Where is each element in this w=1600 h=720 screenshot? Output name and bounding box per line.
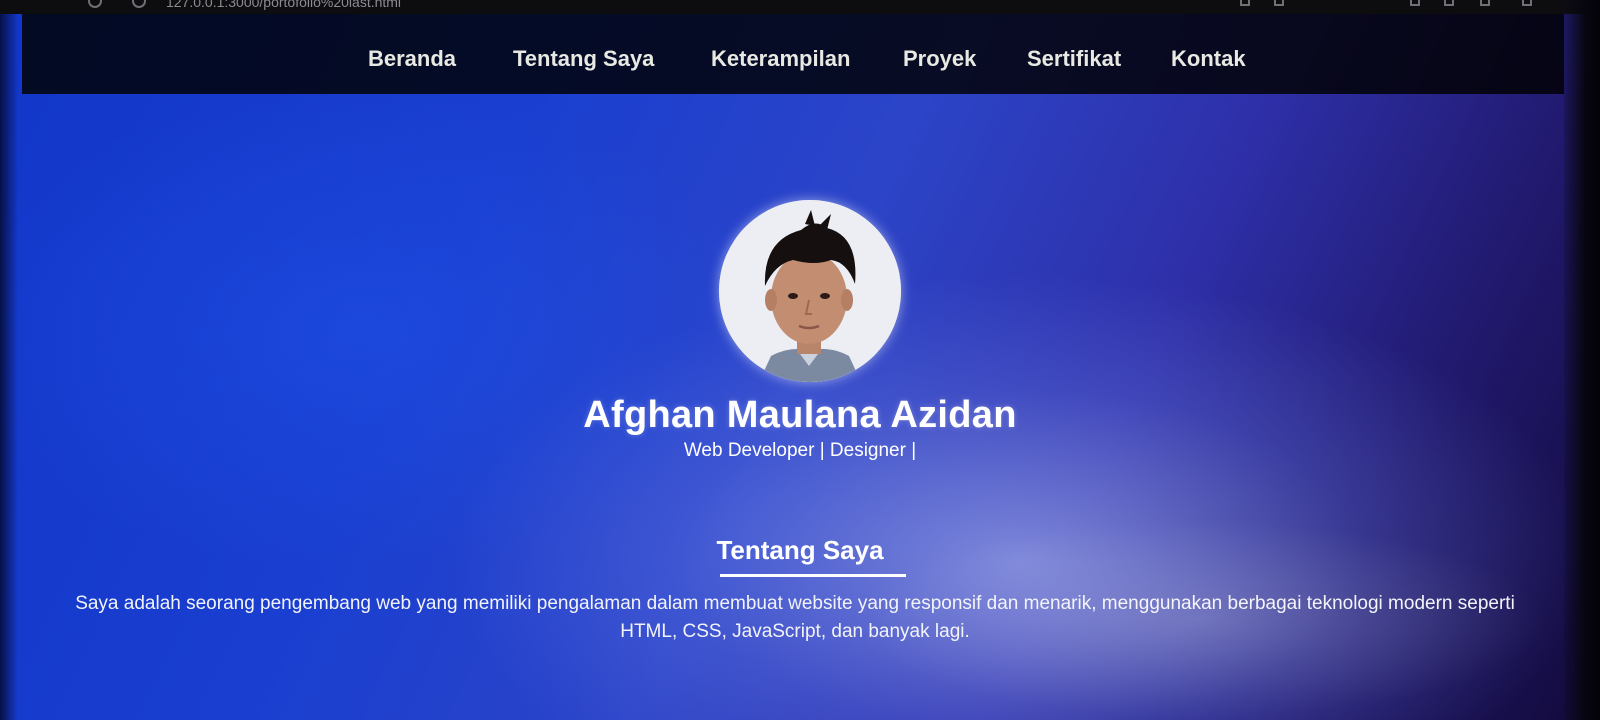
about-section-title: Tentang Saya bbox=[716, 535, 884, 565]
screen-edge-right bbox=[1564, 0, 1600, 720]
close-icon[interactable] bbox=[1522, 0, 1532, 6]
nav-link-proyek[interactable]: Proyek bbox=[903, 46, 976, 72]
nav-link-kontak[interactable]: Kontak bbox=[1171, 46, 1246, 72]
profile-subtitle: Web Developer | Designer | bbox=[683, 440, 917, 461]
maximize-icon[interactable] bbox=[1480, 0, 1490, 6]
extension-icon[interactable] bbox=[1240, 0, 1250, 6]
nav-link-keterampilan[interactable]: Keterampilan bbox=[711, 46, 850, 72]
nav-links: Beranda Tentang Saya Keterampilan Proyek… bbox=[22, 14, 1564, 94]
tab-icon[interactable] bbox=[1274, 0, 1284, 6]
browser-toolbar: 127.0.0.1:3000/portofolio%20last.html bbox=[0, 0, 1600, 14]
section-title-underline bbox=[720, 574, 906, 577]
nav-link-beranda[interactable]: Beranda bbox=[368, 46, 456, 72]
minimize-icon[interactable] bbox=[1444, 0, 1454, 6]
screen-edge-left bbox=[0, 0, 18, 720]
nav-link-sertifikat[interactable]: Sertifikat bbox=[1027, 46, 1121, 72]
menu-icon[interactable] bbox=[1410, 0, 1420, 6]
address-bar[interactable]: 127.0.0.1:3000/portofolio%20last.html bbox=[166, 0, 401, 10]
site-info-icon[interactable] bbox=[132, 0, 146, 8]
site-navbar: Beranda Tentang Saya Keterampilan Proyek… bbox=[22, 14, 1564, 94]
profile-photo-icon bbox=[719, 200, 901, 382]
reload-icon[interactable] bbox=[88, 0, 102, 8]
nav-link-tentang-saya[interactable]: Tentang Saya bbox=[513, 46, 654, 72]
browser-viewport: 127.0.0.1:3000/portofolio%20last.html Be… bbox=[0, 0, 1600, 720]
profile-name: Afghan Maulana Azidan bbox=[583, 394, 1017, 436]
profile-avatar bbox=[719, 200, 901, 382]
about-description: Saya adalah seorang pengembang web yang … bbox=[75, 593, 1515, 642]
